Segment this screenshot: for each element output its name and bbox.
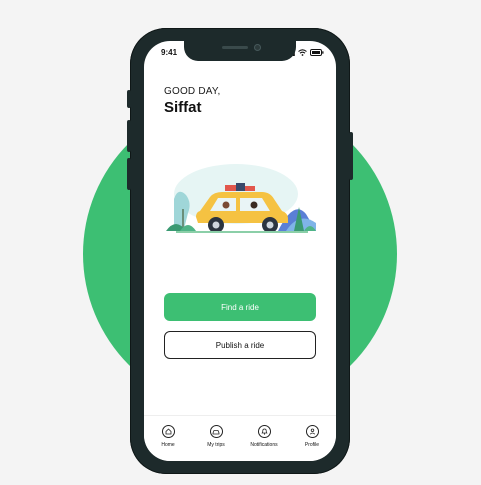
notch [184,41,296,61]
user-icon [305,425,319,438]
publish-ride-button[interactable]: Publish a ride [164,331,316,359]
mute-switch [127,90,131,108]
tab-home-label: Home [161,442,175,448]
speaker [222,46,248,49]
greeting: GOOD DAY, Siffat [164,86,220,116]
battery-icon [310,49,324,56]
tab-my-trips[interactable]: My trips [196,425,236,448]
phone-screen: 9:41 GOOD DAY, Siffat Find a ride Publis… [144,41,336,461]
tab-profile-label: Profile [304,442,320,448]
home-icon [161,425,175,438]
volume-up-button [127,120,131,152]
car-trip-illustration [166,164,316,233]
bottom-tab-bar: Home My trips Notifications Profile [144,415,336,461]
find-ride-button[interactable]: Find a ride [164,293,316,321]
tab-home[interactable]: Home [148,425,188,448]
wifi-icon [298,49,307,56]
tab-notifications[interactable]: Notifications [244,425,284,448]
greeting-salutation: GOOD DAY, [164,86,221,97]
power-button [349,132,353,180]
volume-down-button [127,158,131,190]
status-time: 9:41 [161,48,178,57]
trips-icon [209,425,223,438]
tab-my-trips-label: My trips [207,442,225,448]
phone-frame: 9:41 GOOD DAY, Siffat Find a ride Publis… [127,28,353,474]
greeting-name: Siffat [164,99,202,116]
bell-icon [257,425,271,438]
tab-profile[interactable]: Profile [292,425,332,448]
camera [254,44,261,51]
tab-notifications-label: Notifications [250,442,278,448]
